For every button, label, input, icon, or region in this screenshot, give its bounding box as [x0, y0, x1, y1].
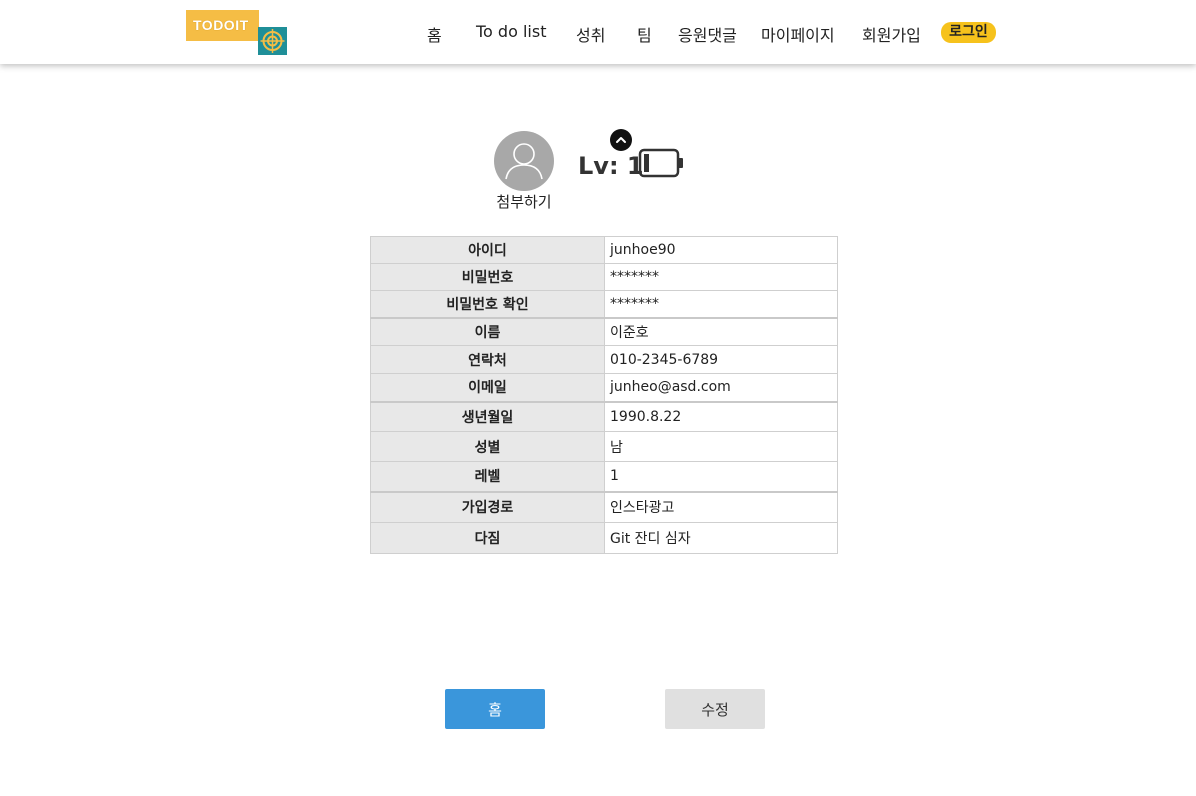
table-row: 비밀번호 확인 ******* [370, 290, 838, 318]
row-value-level: 1 [604, 461, 838, 492]
nav-signup[interactable]: 회원가입 [862, 22, 921, 46]
table-row: 이메일 junheo@asd.com [370, 373, 838, 402]
row-label-level: 레벨 [370, 461, 605, 492]
table-row: 레벨 1 [370, 461, 838, 492]
level-label: Lv: 1 [578, 152, 644, 180]
row-label-password: 비밀번호 [370, 263, 605, 291]
row-label-birthdate: 생년월일 [370, 400, 605, 432]
row-value-email: junheo@asd.com [604, 373, 838, 402]
main-nav: 홈 To do list 성취 팀 응원댓글 마이페이지 회원가입 로그인 [0, 0, 1196, 64]
chevron-up-icon[interactable] [610, 129, 632, 151]
table-row: 비밀번호 ******* [370, 263, 838, 291]
table-row: 연락처 010-2345-6789 [370, 345, 838, 374]
row-value-name: 이준호 [604, 316, 838, 346]
nav-team[interactable]: 팀 [637, 22, 652, 46]
user-avatar-icon[interactable] [494, 131, 554, 191]
row-label-email: 이메일 [370, 373, 605, 402]
row-value-signup-source: 인스타광고 [604, 490, 838, 523]
nav-mypage[interactable]: 마이페이지 [761, 22, 835, 46]
nav-home[interactable]: 홈 [427, 22, 442, 46]
table-row: 성별 남 [370, 431, 838, 462]
header: TODOIT 홈 To do list 성취 팀 응원댓글 마이페이지 회원가입… [0, 0, 1196, 64]
nav-cheer-comments[interactable]: 응원댓글 [678, 22, 737, 46]
row-label-resolution: 다짐 [370, 522, 605, 554]
table-row: 다짐 Git 잔디 심자 [370, 522, 838, 554]
row-label-signup-source: 가입경로 [370, 490, 605, 523]
row-value-id: junhoe90 [604, 236, 838, 264]
row-label-password-confirm: 비밀번호 확인 [370, 290, 605, 318]
row-label-id: 아이디 [370, 236, 605, 264]
row-value-gender: 남 [604, 431, 838, 462]
row-value-password: ******* [604, 263, 838, 291]
table-row: 이름 이준호 [370, 316, 838, 346]
edit-button[interactable]: 수정 [665, 689, 765, 729]
row-value-password-confirm: ******* [604, 290, 838, 318]
row-value-phone: 010-2345-6789 [604, 345, 838, 374]
user-info-table: 아이디 junhoe90 비밀번호 ******* 비밀번호 확인 ******… [370, 236, 838, 554]
login-button[interactable]: 로그인 [941, 22, 996, 43]
table-row: 아이디 junhoe90 [370, 236, 838, 264]
row-value-birthdate: 1990.8.22 [604, 400, 838, 432]
row-label-phone: 연락처 [370, 345, 605, 374]
row-label-gender: 성별 [370, 431, 605, 462]
nav-achievement[interactable]: 성취 [576, 22, 605, 46]
table-row: 생년월일 1990.8.22 [370, 400, 838, 432]
nav-todo-list[interactable]: To do list [476, 22, 546, 41]
attach-label[interactable]: 첨부하기 [480, 191, 568, 212]
battery-icon [638, 148, 684, 178]
home-button[interactable]: 홈 [445, 689, 545, 729]
row-label-name: 이름 [370, 316, 605, 346]
row-value-resolution: Git 잔디 심자 [604, 522, 838, 554]
table-row: 가입경로 인스타광고 [370, 490, 838, 523]
